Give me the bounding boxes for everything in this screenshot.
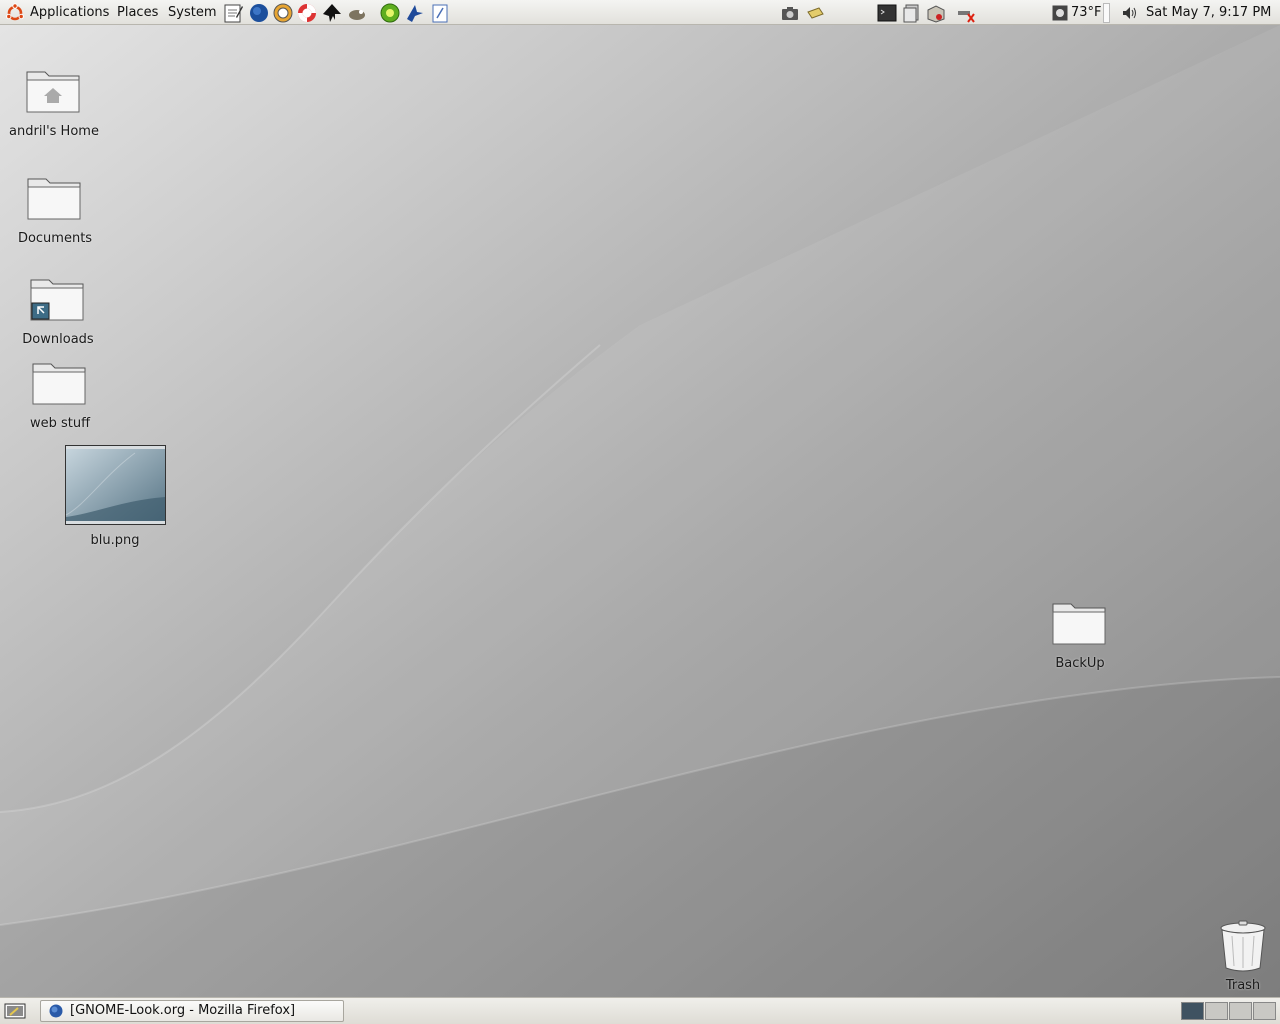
clock[interactable]: Sat May 7, 9:17 PM (1146, 0, 1271, 25)
folder-icon (27, 178, 81, 220)
terminal-icon[interactable] (877, 3, 897, 23)
folder-icon (32, 363, 86, 405)
thunderbird-icon[interactable] (405, 3, 425, 23)
trash-icon (1220, 920, 1266, 972)
show-desktop-icon[interactable] (4, 1002, 26, 1020)
home-folder-icon (26, 71, 80, 113)
package-icon[interactable] (926, 3, 946, 23)
ubuntu-logo-icon[interactable] (5, 3, 25, 23)
image-thumbnail-icon (64, 445, 166, 525)
openoffice-writer-icon[interactable] (430, 3, 450, 23)
desktop-icon-label: web stuff (29, 416, 91, 431)
network-disconnected-icon[interactable] (956, 3, 976, 23)
workspace-1[interactable] (1181, 1002, 1204, 1020)
azureus-icon[interactable] (380, 3, 400, 23)
workspace-4[interactable] (1253, 1002, 1276, 1020)
desktop-icon-home[interactable]: andril's Home (0, 68, 114, 139)
wallpaper (0, 25, 1280, 997)
desktop-icon-label: andril's Home (9, 124, 99, 139)
volume-icon[interactable] (1120, 3, 1140, 23)
gftp-icon[interactable] (273, 3, 293, 23)
firefox-globe-icon[interactable] (249, 3, 269, 23)
desktop-icon-backup[interactable]: BackUp (1020, 600, 1140, 671)
places-menu[interactable]: Places (117, 0, 158, 25)
desktop-icon-label: Downloads (22, 332, 94, 347)
system-menu[interactable]: System (168, 0, 216, 25)
inkscape-icon[interactable] (322, 3, 342, 23)
desktop-icon-web-stuff[interactable]: web stuff (0, 360, 120, 431)
text-editor-icon[interactable] (223, 3, 243, 23)
top-panel: Applications Places System 73°F Sat May … (0, 0, 1280, 25)
workspace-2[interactable] (1205, 1002, 1228, 1020)
firefox-globe-icon (49, 1004, 63, 1018)
gimp-icon[interactable] (347, 3, 367, 23)
weather-temperature[interactable]: 73°F (1071, 0, 1102, 25)
weather-icon[interactable] (1052, 5, 1068, 21)
camera-icon[interactable] (780, 3, 800, 23)
desktop-icon-blu-png[interactable]: blu.png (55, 445, 175, 548)
bottom-panel: [GNOME-Look.org - Mozilla Firefox] (0, 997, 1280, 1024)
desktop-icon-downloads[interactable]: Downloads (0, 276, 118, 347)
help-lifebuoy-icon[interactable] (297, 3, 317, 23)
file-manager-icon[interactable] (902, 3, 922, 23)
workspace-3[interactable] (1229, 1002, 1252, 1020)
taskbar-window-title: [GNOME-Look.org - Mozilla Firefox] (70, 1003, 296, 1018)
desktop-icon-documents[interactable]: Documents (0, 175, 115, 246)
desktop-icon-label: Trash (1225, 978, 1261, 993)
notes-icon[interactable] (805, 3, 825, 23)
folder-icon (1052, 603, 1106, 645)
folder-link-icon (30, 279, 84, 321)
desktop-icon-label: Documents (17, 231, 93, 246)
applications-menu[interactable]: Applications (30, 0, 109, 25)
desktop[interactable]: andril's Home Documents Downloads web st… (0, 25, 1280, 997)
desktop-icon-trash[interactable]: Trash (1183, 920, 1280, 993)
desktop-icon-label: BackUp (1055, 656, 1105, 671)
taskbar-window-button[interactable]: [GNOME-Look.org - Mozilla Firefox] (40, 1000, 344, 1022)
panel-handle[interactable] (1103, 3, 1110, 23)
desktop-icon-label: blu.png (90, 533, 140, 548)
